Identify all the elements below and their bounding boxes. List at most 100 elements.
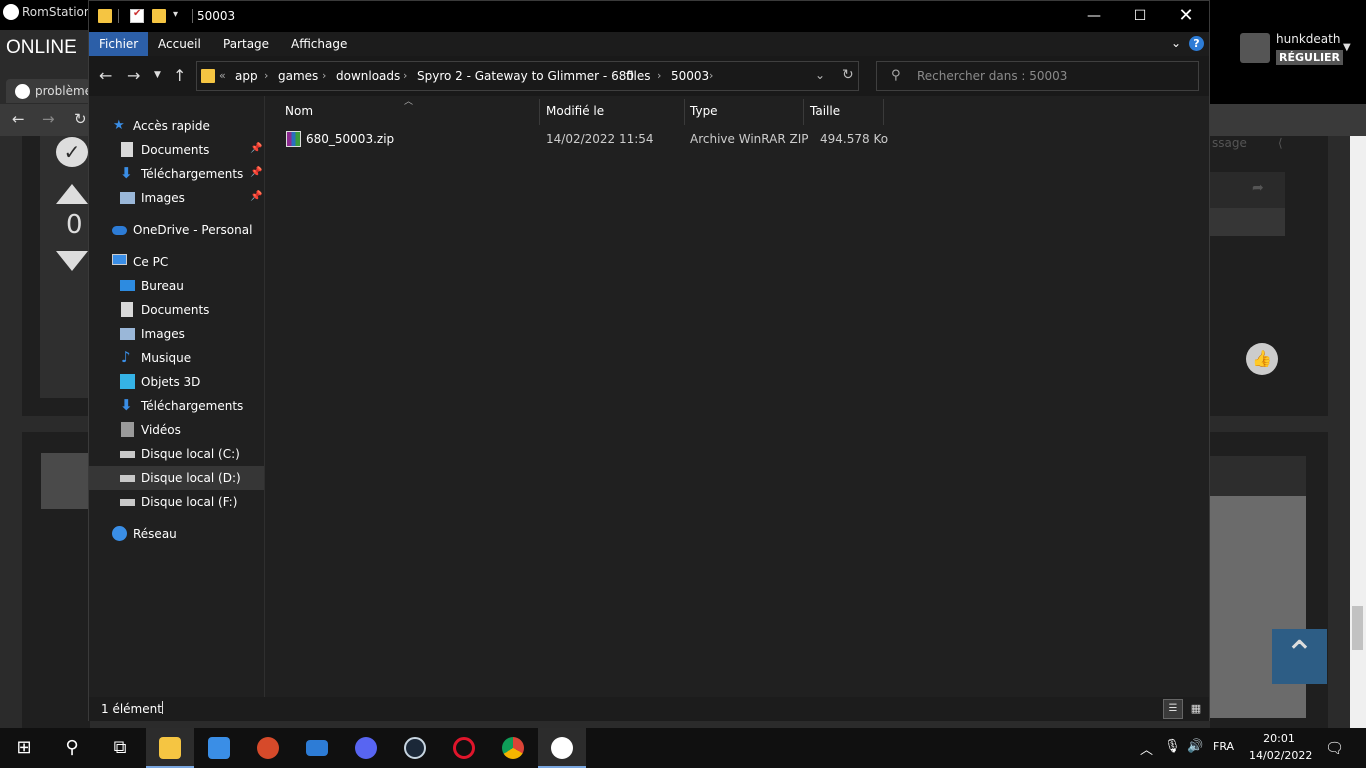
address-bar[interactable]: « app › games › downloads › Spyro 2 - Ga… — [196, 61, 859, 91]
tab-affichage[interactable]: Affichage — [281, 32, 357, 56]
file-explorer-window: ✔ ▾ 50003 — ☐ ✕ Fichier Accueil Partage … — [88, 0, 1210, 721]
tab-partage[interactable]: Partage — [213, 32, 279, 56]
forward-arrow-icon[interactable]: → — [127, 66, 140, 85]
nav-item-objets-3d[interactable]: Objets 3D — [89, 370, 264, 394]
romstation-taskbar-icon[interactable] — [538, 728, 586, 768]
file-size: 494.578 Ko — [820, 132, 889, 146]
large-icons-view-icon[interactable]: ▦ — [1187, 700, 1205, 718]
nav-item-disque-f[interactable]: Disque local (F:) — [89, 490, 264, 514]
microphone-icon[interactable]: 🎙 — [1164, 739, 1181, 754]
star-icon: ★ — [113, 118, 125, 133]
tab-fichier[interactable]: Fichier — [89, 32, 149, 56]
nav-item-videos[interactable]: Vidéos — [89, 418, 264, 442]
address-dropdown-chevron-icon[interactable]: ⌄ — [815, 68, 825, 82]
nav-item-disque-c[interactable]: Disque local (C:) — [89, 442, 264, 466]
nav-item-images[interactable]: Images — [89, 322, 264, 346]
windows-start-icon[interactable]: ⊞ — [0, 728, 48, 768]
notification-center-icon[interactable]: 🗨 — [1325, 739, 1344, 757]
back-arrow-icon[interactable]: ← — [99, 66, 112, 85]
forward-arrow-icon[interactable]: → — [42, 110, 55, 128]
customize-toolbar-chevron-icon[interactable]: ▾ — [173, 9, 178, 20]
nav-item-onedrive[interactable]: OneDrive - Personal — [89, 218, 264, 242]
page-scrollbar-thumb[interactable] — [1352, 606, 1363, 650]
pin-icon[interactable]: 📌 — [250, 143, 262, 154]
breadcrumb-files[interactable]: files — [626, 69, 651, 83]
reload-icon[interactable]: ↻ — [74, 110, 87, 128]
opera-icon[interactable] — [440, 728, 488, 768]
close-button[interactable]: ✕ — [1163, 1, 1209, 32]
user-menu-chevron-icon[interactable]: ▼ — [1343, 42, 1351, 53]
quick-access-separator — [118, 9, 119, 23]
properties-icon[interactable]: ✔ — [130, 8, 144, 23]
breadcrumb-separator[interactable]: › — [403, 69, 407, 82]
ribbon-expand-chevron-icon[interactable]: ⌄ — [1171, 36, 1181, 50]
username-label[interactable]: hunkdeath — [1276, 32, 1340, 46]
breadcrumb-overflow[interactable]: « — [219, 69, 226, 82]
breadcrumb-games[interactable]: games — [278, 69, 318, 83]
refresh-icon[interactable]: ↻ — [842, 67, 854, 83]
column-header-modifie[interactable]: Modifié le — [540, 99, 684, 123]
breadcrumb-current[interactable]: 50003 — [671, 69, 709, 83]
help-icon[interactable]: ? — [1189, 36, 1204, 51]
minimize-button[interactable]: — — [1071, 1, 1117, 32]
nav-item-images-pinned[interactable]: Images 📌 — [89, 186, 264, 210]
file-row[interactable]: 680_50003.zip 14/02/2022 11:54 Archive W… — [278, 128, 888, 150]
nav-item-documents-pinned[interactable]: Documents 📌 — [89, 138, 264, 162]
column-header-type[interactable]: Type — [684, 99, 804, 123]
pin-icon[interactable]: 📌 — [250, 191, 262, 202]
discord-icon[interactable] — [342, 728, 390, 768]
back-arrow-icon[interactable]: ← — [12, 110, 25, 128]
maximize-button[interactable]: ☐ — [1117, 1, 1163, 32]
microsoft-store-icon[interactable] — [195, 728, 243, 768]
clock-time[interactable]: 20:01 — [1249, 732, 1309, 745]
downvote-icon[interactable] — [56, 251, 88, 271]
nav-item-acces-rapide[interactable]: ★ Accès rapide — [89, 114, 264, 138]
nav-item-bureau[interactable]: Bureau — [89, 274, 264, 298]
up-arrow-icon[interactable]: ↑ — [173, 66, 186, 85]
nav-item-reseau[interactable]: Réseau — [89, 522, 264, 546]
upvote-icon[interactable] — [56, 184, 88, 204]
breadcrumb-app[interactable]: app — [235, 69, 258, 83]
search-icon[interactable]: ⚲ — [48, 728, 96, 768]
breadcrumb-separator[interactable]: › — [322, 69, 326, 82]
scroll-to-top-button[interactable]: ⌃ — [1272, 629, 1327, 684]
breadcrumb-game[interactable]: Spyro 2 - Gateway to Glimmer - 680 — [417, 69, 634, 83]
show-hidden-icons-chevron-icon[interactable]: ︿ — [1140, 739, 1153, 758]
column-header-taille[interactable]: Taille — [804, 99, 884, 123]
reply-arrow-icon[interactable]: ➦ — [1252, 180, 1264, 196]
status-bar: 1 élément ☰ ▦ — [89, 697, 1209, 721]
file-explorer-taskbar-icon[interactable] — [146, 728, 194, 768]
task-view-icon[interactable]: ⧉ — [96, 728, 144, 768]
search-input[interactable]: ⚲ Rechercher dans : 50003 — [876, 61, 1199, 91]
breadcrumb-separator[interactable]: › — [709, 69, 713, 82]
share-icon[interactable]: ⟨ — [1278, 136, 1283, 150]
ccleaner-icon[interactable] — [244, 728, 292, 768]
window-titlebar[interactable]: ✔ ▾ 50003 — ☐ ✕ — [89, 1, 1209, 32]
pin-icon[interactable]: 📌 — [250, 167, 262, 178]
nav-item-telechargements-pinned[interactable]: ⬇ Téléchargements 📌 — [89, 162, 264, 186]
breadcrumb-separator[interactable]: › — [657, 69, 661, 82]
new-folder-icon[interactable] — [152, 9, 166, 23]
breadcrumb-downloads[interactable]: downloads — [336, 69, 400, 83]
column-separator[interactable] — [883, 99, 884, 125]
breadcrumb-separator[interactable]: › — [611, 69, 615, 82]
language-indicator[interactable]: FRA — [1213, 740, 1234, 753]
details-view-icon[interactable]: ☰ — [1163, 699, 1183, 719]
steam-icon[interactable] — [391, 728, 439, 768]
clock-date[interactable]: 14/02/2022 — [1249, 749, 1312, 762]
nav-item-documents[interactable]: Documents — [89, 298, 264, 322]
breadcrumb-separator[interactable]: › — [264, 69, 268, 82]
chrome-icon[interactable] — [489, 728, 537, 768]
nav-item-telechargements[interactable]: ⬇ Téléchargements — [89, 394, 264, 418]
mail-icon[interactable] — [293, 728, 341, 768]
like-thumb-icon[interactable]: 👍 — [1246, 343, 1278, 375]
nav-item-disque-d[interactable]: Disque local (D:) — [89, 466, 264, 490]
taskbar: ⊞ ⚲ ⧉ ︿ 🎙 🔊 FRA 20:01 14/02/2022 🗨 — [0, 728, 1366, 768]
volume-icon[interactable]: 🔊 — [1187, 739, 1203, 754]
nav-item-ce-pc[interactable]: Ce PC — [89, 250, 264, 274]
user-avatar[interactable] — [1240, 33, 1270, 63]
column-header-nom[interactable]: Nom — [279, 99, 539, 123]
recent-locations-chevron-icon[interactable]: ▼ — [154, 70, 161, 80]
tab-accueil[interactable]: Accueil — [148, 32, 211, 56]
nav-item-musique[interactable]: ♪ Musique — [89, 346, 264, 370]
